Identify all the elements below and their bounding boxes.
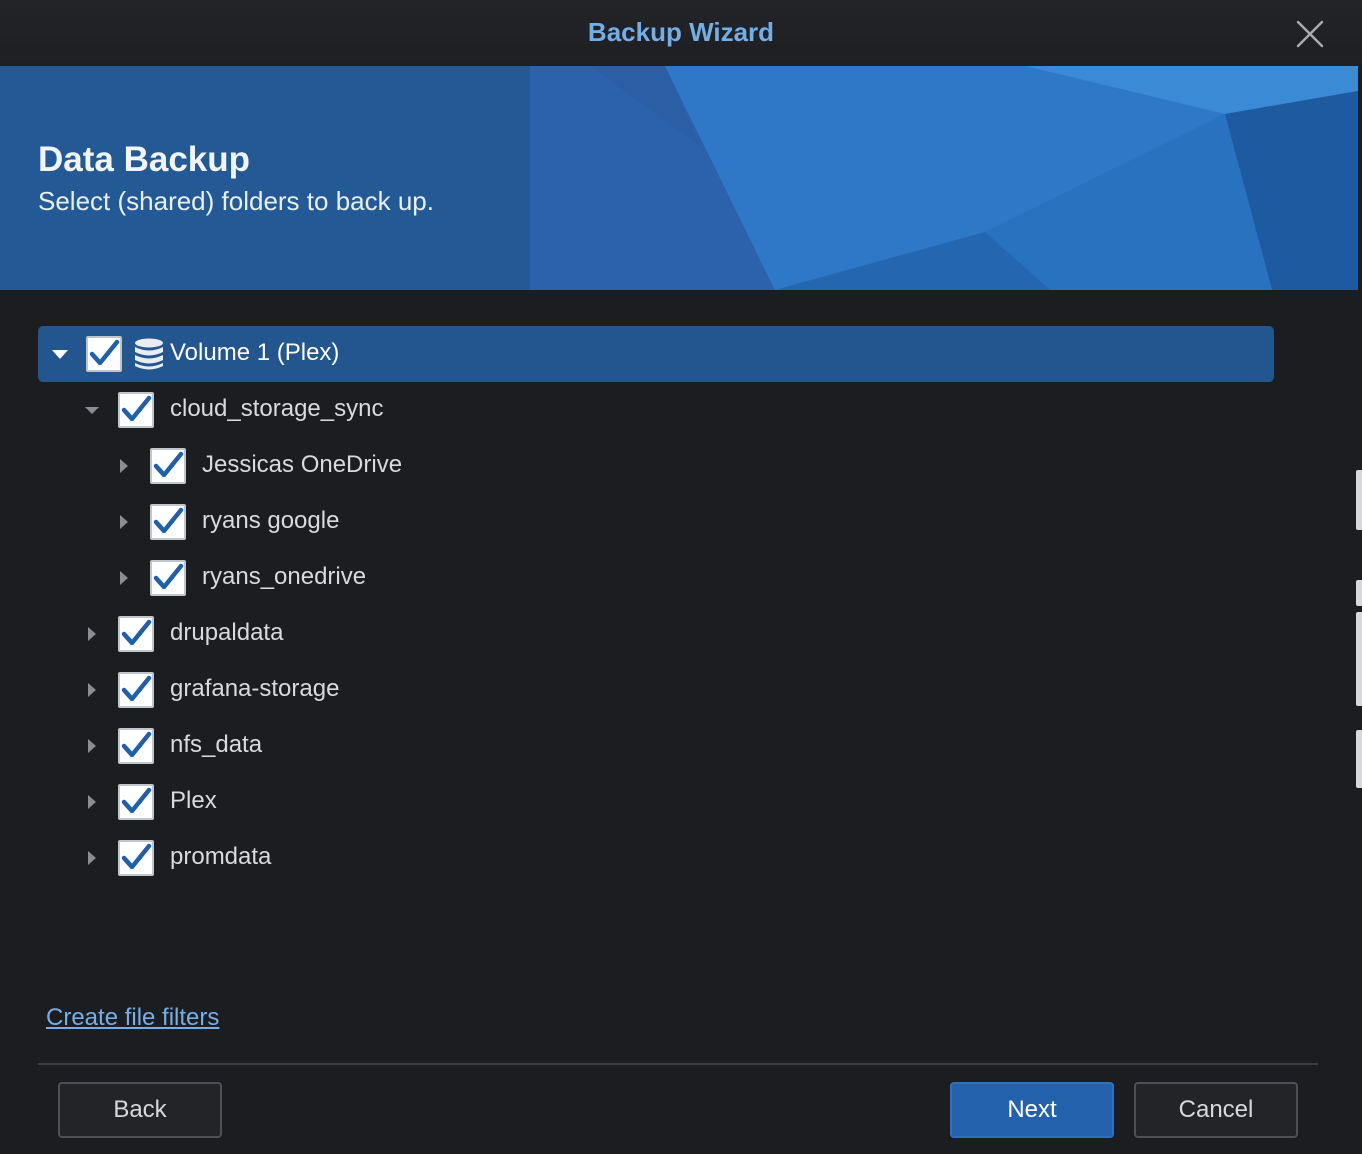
- volume-checkbox[interactable]: [86, 336, 122, 372]
- tree-node-grafana-storage[interactable]: grafana-storage: [38, 662, 1274, 718]
- tree-node-label[interactable]: nfs_data: [170, 731, 262, 759]
- folder-checkbox[interactable]: [150, 504, 186, 540]
- caret-right-icon[interactable]: [82, 736, 102, 756]
- header-banner: Data Backup Select (shared) folders to b…: [0, 66, 1358, 290]
- next-button[interactable]: Next: [950, 1082, 1114, 1138]
- folder-checkbox[interactable]: [118, 840, 154, 876]
- checkmark-icon: [121, 787, 152, 814]
- checkmark-icon: [121, 731, 152, 758]
- tree-node-label[interactable]: cloud_storage_sync: [170, 395, 383, 423]
- folder-checkbox[interactable]: [118, 784, 154, 820]
- tree-node-volume[interactable]: Volume 1 (Plex): [38, 326, 1274, 382]
- tree-node-drupaldata[interactable]: drupaldata: [38, 606, 1274, 662]
- checkmark-icon: [121, 843, 152, 870]
- checkmark-icon: [121, 619, 152, 646]
- tree-node-label[interactable]: promdata: [170, 843, 271, 871]
- checkmark-icon: [121, 675, 152, 702]
- tree-node-jessicas-onedrive[interactable]: Jessicas OneDrive: [38, 438, 1274, 494]
- caret-right-icon[interactable]: [82, 680, 102, 700]
- tree-node-ryans-google[interactable]: ryans google: [38, 494, 1274, 550]
- tree-node-label[interactable]: ryans_onedrive: [202, 563, 366, 591]
- footer-divider: [38, 1063, 1318, 1065]
- checkmark-icon: [153, 563, 184, 590]
- caret-down-icon[interactable]: [82, 400, 102, 420]
- folder-checkbox[interactable]: [118, 616, 154, 652]
- tree-node-nfs-data[interactable]: nfs_data: [38, 718, 1274, 774]
- caret-right-icon[interactable]: [82, 624, 102, 644]
- window-title: Backup Wizard: [587, 17, 775, 47]
- tree-node-label[interactable]: Jessicas OneDrive: [202, 451, 402, 479]
- cancel-button[interactable]: Cancel: [1134, 1082, 1298, 1138]
- create-file-filters-link[interactable]: Create file filters: [46, 1004, 219, 1032]
- caret-right-icon[interactable]: [82, 848, 102, 868]
- folder-checkbox[interactable]: [118, 728, 154, 764]
- background-window-edge: [1356, 612, 1362, 706]
- checkmark-icon: [121, 395, 152, 422]
- background-window-edge: [1356, 730, 1362, 788]
- caret-right-icon[interactable]: [114, 568, 134, 588]
- caret-right-icon[interactable]: [114, 456, 134, 476]
- folder-checkbox[interactable]: [150, 560, 186, 596]
- folder-checkbox[interactable]: [150, 448, 186, 484]
- page-heading: Data Backup: [38, 140, 251, 179]
- caret-right-icon[interactable]: [114, 512, 134, 532]
- tree-node-cloud-storage-sync[interactable]: cloud_storage_sync: [38, 382, 1274, 438]
- page-subheading: Select (shared) folders to back up.: [38, 186, 434, 216]
- background-window-edge: [1356, 580, 1362, 606]
- checkmark-icon: [89, 339, 120, 366]
- tree-node-label[interactable]: Volume 1 (Plex): [170, 339, 339, 367]
- background-window-edge: [1356, 470, 1362, 530]
- close-icon: [1296, 20, 1324, 48]
- tree-node-ryans-onedrive[interactable]: ryans_onedrive: [38, 550, 1274, 606]
- title-bar: Backup Wizard: [0, 0, 1362, 66]
- database-icon: [135, 338, 163, 370]
- caret-right-icon[interactable]: [82, 792, 102, 812]
- tree-node-plex[interactable]: Plex: [38, 774, 1274, 830]
- back-button[interactable]: Back: [58, 1082, 222, 1138]
- tree-node-promdata[interactable]: promdata: [38, 830, 1274, 886]
- banner-artwork: [530, 66, 1358, 290]
- folder-checkbox[interactable]: [118, 672, 154, 708]
- caret-down-icon[interactable]: [50, 344, 70, 364]
- tree-node-label[interactable]: drupaldata: [170, 619, 283, 647]
- tree-node-label[interactable]: Plex: [170, 787, 217, 815]
- folder-checkbox[interactable]: [118, 392, 154, 428]
- tree-node-label[interactable]: ryans google: [202, 507, 339, 535]
- tree-node-label[interactable]: grafana-storage: [170, 675, 339, 703]
- checkmark-icon: [153, 451, 184, 478]
- close-button[interactable]: [1296, 20, 1324, 48]
- checkmark-icon: [153, 507, 184, 534]
